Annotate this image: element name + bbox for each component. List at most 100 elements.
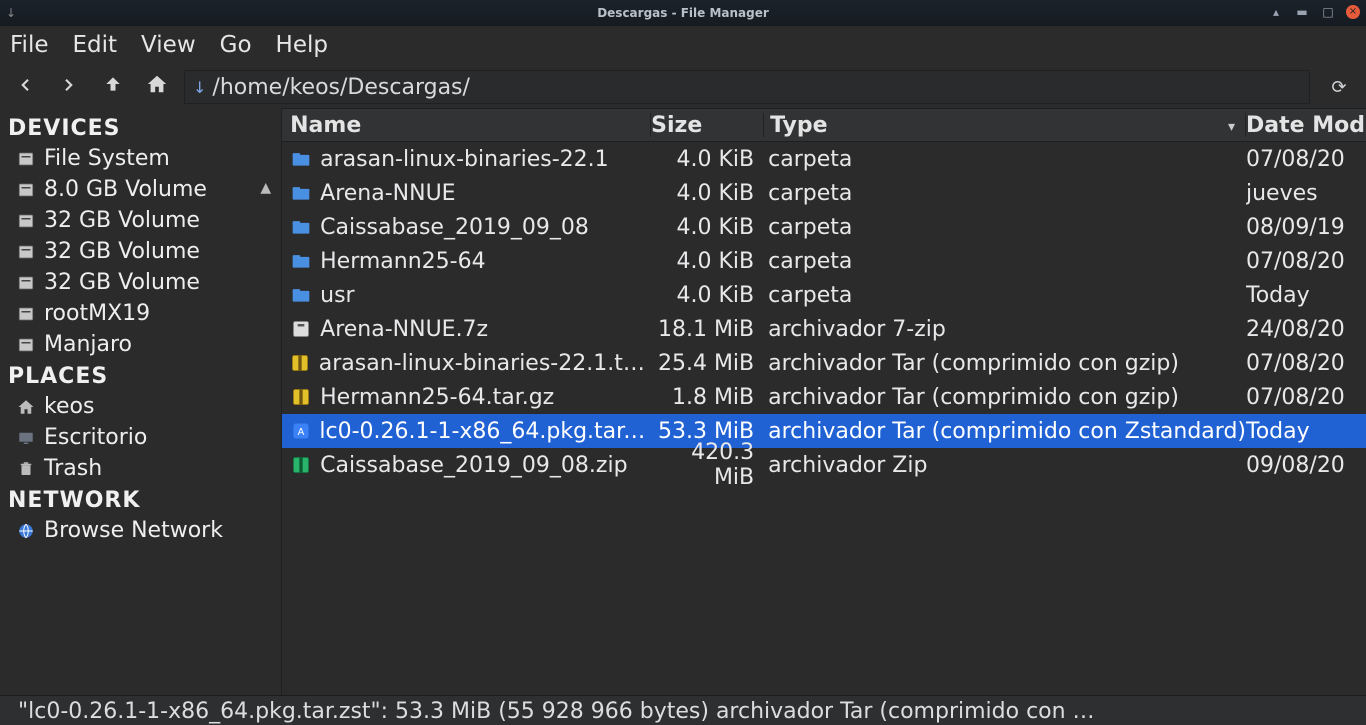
nav-forward-button[interactable] [56, 75, 82, 100]
i-net-icon [16, 522, 36, 540]
refresh-button[interactable]: ⟳ [1324, 77, 1354, 98]
sidebar-device-item[interactable]: File System [6, 143, 275, 174]
sidebar-item-label: 8.0 GB Volume [44, 177, 207, 202]
file-row[interactable]: lc0-0.26.1-1-x86_64.pkg.tar.zst 53.3 MiB… [282, 414, 1366, 448]
sidebar-places-header: PLACES [8, 364, 273, 389]
file-size: 4.0 KiB [650, 147, 762, 172]
file-row[interactable]: Hermann25-64.tar.gz 1.8 MiB archivador T… [282, 380, 1366, 414]
i-drive-icon [16, 181, 36, 199]
file-size: 18.1 MiB [650, 317, 762, 342]
file-row[interactable]: Caissabase_2019_09_08 4.0 KiB carpeta 08… [282, 210, 1366, 244]
sidebar-place-item[interactable]: Trash [6, 453, 275, 484]
window-shade-icon[interactable]: ▴ [1268, 4, 1284, 20]
col-type[interactable]: Type ▾ [764, 113, 1245, 138]
path-entry[interactable]: ↓ /home/keos/Descargas/ [184, 70, 1310, 104]
sidebar-item-label: 32 GB Volume [44, 208, 200, 233]
sidebar-device-item[interactable]: 8.0 GB Volume ▲ [6, 174, 275, 205]
file-type: archivador Tar (comprimido con gzip) [762, 385, 1246, 410]
i-drive-icon [16, 150, 36, 168]
window-minimize-icon[interactable]: ▬ [1294, 4, 1310, 20]
file-row[interactable]: arasan-linux-binaries-22.1 4.0 KiB carpe… [282, 142, 1366, 176]
file-size: 25.4 MiB [650, 351, 762, 376]
file-size: 4.0 KiB [650, 249, 762, 274]
file-name: Arena-NNUE [320, 181, 455, 206]
window-close-button[interactable]: × [1346, 5, 1360, 19]
file-name: lc0-0.26.1-1-x86_64.pkg.tar.zst [319, 419, 650, 444]
menu-help[interactable]: Help [272, 30, 332, 60]
folder-icon [290, 148, 312, 170]
file-pane: Name Size Type ▾ Date Mod arasan-linux-b… [281, 108, 1366, 695]
sidebar-place-item[interactable]: keos [6, 391, 275, 422]
file-date: Today [1246, 419, 1366, 444]
menu-view[interactable]: View [137, 30, 200, 60]
i-home-icon [16, 398, 36, 416]
sidebar-devices-header: DEVICES [8, 116, 273, 141]
sidebar-network-item[interactable]: Browse Network [6, 515, 275, 546]
sidebar-device-item[interactable]: 32 GB Volume [6, 205, 275, 236]
file-name: Caissabase_2019_09_08.zip [320, 453, 627, 478]
menu-file[interactable]: File [6, 30, 53, 60]
eject-icon[interactable]: ▲ [260, 180, 271, 196]
nav-back-button[interactable] [12, 75, 38, 100]
file-size: 4.0 KiB [650, 283, 762, 308]
file-type: carpeta [762, 249, 1246, 274]
nav-up-button[interactable] [100, 74, 126, 100]
file-row[interactable]: arasan-linux-binaries-22.1.tar.… 25.4 Mi… [282, 346, 1366, 380]
file-name: Hermann25-64.tar.gz [320, 385, 554, 410]
file-name: Hermann25-64 [320, 249, 485, 274]
sidebar-item-label: Browse Network [44, 518, 223, 543]
file-row[interactable]: usr 4.0 KiB carpeta Today [282, 278, 1366, 312]
menu-go[interactable]: Go [216, 30, 256, 60]
column-headers: Name Size Type ▾ Date Mod [282, 108, 1366, 142]
menubar: File Edit View Go Help [0, 26, 1366, 64]
sidebar-device-item[interactable]: 32 GB Volume [6, 236, 275, 267]
file-row[interactable]: Arena-NNUE 4.0 KiB carpeta jueves [282, 176, 1366, 210]
targz-icon [290, 352, 311, 374]
i-drive-icon [16, 274, 36, 292]
path-text: /home/keos/Descargas/ [212, 75, 470, 100]
file-type: carpeta [762, 215, 1246, 240]
file-date: 09/08/20 [1246, 453, 1366, 478]
file-date: 07/08/20 [1246, 147, 1366, 172]
file-date: jueves [1246, 181, 1366, 206]
file-row[interactable]: Caissabase_2019_09_08.zip 420.3 MiB arch… [282, 448, 1366, 482]
zip-icon [290, 454, 312, 476]
file-size: 420.3 MiB [650, 440, 762, 490]
sidebar-device-item[interactable]: rootMX19 [6, 298, 275, 329]
nav-home-button[interactable] [144, 73, 170, 101]
file-size: 4.0 KiB [650, 215, 762, 240]
menu-edit[interactable]: Edit [69, 30, 122, 60]
file-name: Caissabase_2019_09_08 [320, 215, 589, 240]
sidebar-place-item[interactable]: Escritorio [6, 422, 275, 453]
folder-icon [290, 284, 312, 306]
file-row[interactable]: Arena-NNUE.7z 18.1 MiB archivador 7-zip … [282, 312, 1366, 346]
file-date: 24/08/20 [1246, 317, 1366, 342]
i-drive-icon [16, 305, 36, 323]
col-date[interactable]: Date Mod [1246, 113, 1366, 138]
file-date: 07/08/20 [1246, 249, 1366, 274]
file-type: archivador Tar (comprimido con gzip) [762, 351, 1246, 376]
col-size[interactable]: Size [651, 113, 763, 138]
i-drive-icon [16, 243, 36, 261]
file-date: 07/08/20 [1246, 351, 1366, 376]
file-date: Today [1246, 283, 1366, 308]
sidebar-device-item[interactable]: Manjaro [6, 329, 275, 360]
sidebar-item-label: keos [44, 394, 94, 419]
file-name: usr [320, 283, 354, 308]
file-name: Arena-NNUE.7z [320, 317, 488, 342]
sidebar: DEVICES File System 8.0 GB Volume ▲ 32 GB V… [0, 108, 281, 695]
col-name[interactable]: Name [282, 113, 650, 138]
file-row[interactable]: Hermann25-64 4.0 KiB carpeta 07/08/20 [282, 244, 1366, 278]
window-maximize-icon[interactable]: □ [1320, 4, 1336, 20]
i-trash-icon [16, 460, 36, 478]
sidebar-item-label: Trash [44, 456, 102, 481]
status-text: "lc0-0.26.1-1-x86_64.pkg.tar.zst": 53.3 … [18, 699, 1095, 724]
i-desktop-icon [16, 429, 36, 447]
folder-icon [290, 216, 312, 238]
sidebar-item-label: rootMX19 [44, 301, 150, 326]
file-name: arasan-linux-binaries-22.1.tar.… [319, 351, 650, 376]
titlebar[interactable]: ↓ Descargas - File Manager ▴ ▬ □ × [0, 0, 1366, 26]
i-drive-icon [16, 212, 36, 230]
sidebar-device-item[interactable]: 32 GB Volume [6, 267, 275, 298]
file-type: archivador 7-zip [762, 317, 1246, 342]
